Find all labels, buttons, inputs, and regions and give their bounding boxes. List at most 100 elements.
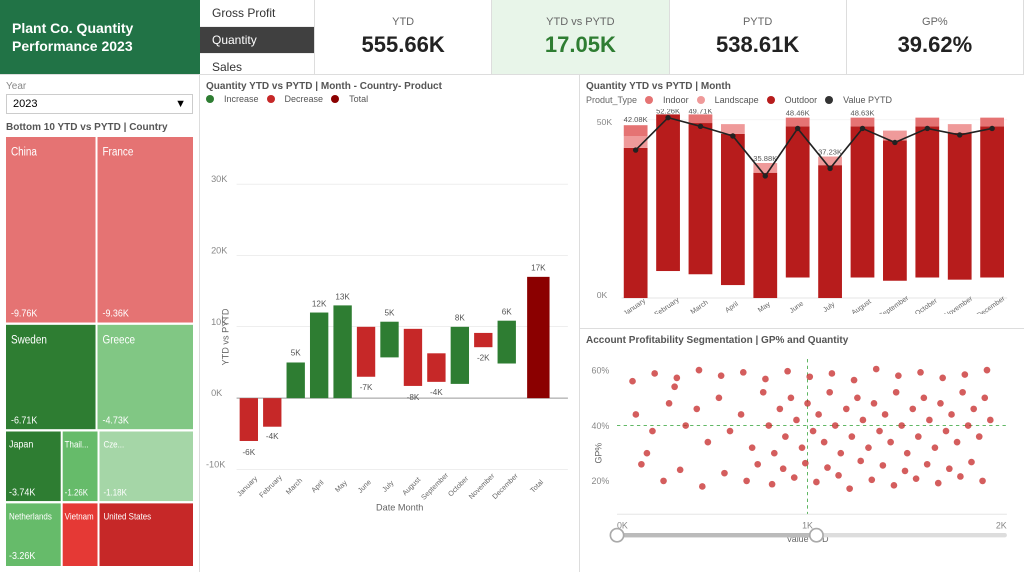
- waterfall-title: Quantity YTD vs PYTD | Month - Country- …: [206, 81, 573, 92]
- treemap-cell-china[interactable]: [6, 137, 96, 323]
- bar-may-outdoor: [753, 173, 777, 298]
- year-selector[interactable]: 2023 ▼: [6, 94, 193, 114]
- svg-text:June: June: [356, 478, 373, 495]
- pytd-point: [989, 126, 994, 131]
- kpi-gp: GP% 39.62%: [847, 0, 1024, 74]
- bar-jun: [357, 327, 375, 377]
- svg-text:-4K: -4K: [266, 432, 279, 441]
- bar-oct-outdoor: [915, 126, 939, 277]
- bar-apr: [310, 313, 328, 399]
- legend-pytd-label: Value PYTD: [843, 95, 892, 105]
- pytd-point: [763, 173, 768, 178]
- svg-text:March: March: [690, 299, 710, 314]
- svg-text:13K: 13K: [335, 292, 350, 301]
- svg-text:December: December: [491, 472, 520, 501]
- svg-text:April: April: [310, 478, 326, 494]
- bar-legend-label: Produt_Type: [586, 95, 637, 105]
- bar-chart-panel: Quantity YTD vs PYTD | Month Produt_Type…: [580, 75, 1024, 329]
- bar-nov: [474, 333, 492, 347]
- svg-text:GP%: GP%: [594, 443, 604, 464]
- svg-text:17K: 17K: [531, 264, 546, 273]
- slider-handle-left[interactable]: [610, 529, 623, 542]
- bar-dec-indoor: [980, 118, 1004, 127]
- bar-oct-indoor: [915, 118, 939, 127]
- legend-dot-increase: [206, 95, 214, 103]
- tab-quantity[interactable]: Quantity: [200, 27, 314, 54]
- bar-jul: [380, 322, 398, 358]
- treemap-cell-france[interactable]: [98, 137, 193, 323]
- svg-text:-4.73K: -4.73K: [102, 415, 129, 427]
- kpi-ytd-value: 555.66K: [362, 32, 445, 58]
- svg-text:20%: 20%: [592, 477, 610, 487]
- svg-text:August: August: [401, 476, 422, 497]
- bar-feb: [263, 398, 281, 427]
- svg-text:5K: 5K: [385, 309, 396, 318]
- kpi-ytdpytd-label: YTD vs PYTD: [546, 16, 614, 28]
- svg-text:September: September: [420, 471, 451, 502]
- bar-jun-indoor: [786, 118, 810, 127]
- bar-apr-outdoor: [721, 134, 745, 285]
- kpi-gp-label: GP%: [922, 16, 948, 28]
- svg-text:Total: Total: [529, 478, 546, 495]
- svg-text:8K: 8K: [455, 314, 466, 323]
- bar-chart-svg: 50K 0K 42.08K: [586, 109, 1018, 314]
- svg-text:30K: 30K: [211, 174, 227, 184]
- top-bar: Plant Co. Quantity Performance 2023 Gros…: [0, 0, 1024, 75]
- kpi-pytd-label: PYTD: [743, 16, 772, 28]
- bar-jul-outdoor: [818, 165, 842, 298]
- svg-text:Cze...: Cze...: [103, 439, 124, 450]
- svg-text:0K: 0K: [211, 388, 222, 398]
- svg-text:January: January: [236, 474, 260, 498]
- svg-text:-1.26K: -1.26K: [65, 487, 89, 498]
- pytd-point: [860, 126, 865, 131]
- svg-text:September: September: [878, 295, 911, 315]
- legend-dot-landscape: [697, 96, 705, 104]
- svg-text:-6K: -6K: [242, 448, 255, 457]
- kpi-pytd: PYTD 538.61K: [670, 0, 847, 74]
- svg-text:35.88K: 35.88K: [753, 154, 777, 163]
- legend-total-label: Total: [349, 94, 368, 104]
- bar-oct: [451, 327, 469, 384]
- waterfall-legend: Increase Decrease Total: [206, 94, 573, 104]
- legend-outdoor-label: Outdoor: [785, 95, 818, 105]
- year-label: Year: [6, 81, 193, 92]
- bar-sep: [427, 353, 445, 382]
- bar-jun-outdoor: [786, 126, 810, 277]
- svg-text:Netherlands: Netherlands: [9, 511, 52, 522]
- pytd-point: [827, 166, 832, 171]
- svg-text:October: October: [914, 297, 939, 314]
- svg-text:-9.36K: -9.36K: [102, 308, 129, 320]
- bar-may: [333, 305, 351, 398]
- kpi-ytd-label: YTD: [392, 16, 414, 28]
- bar-apr-landscape: [721, 124, 745, 134]
- svg-text:-10K: -10K: [206, 459, 225, 469]
- svg-text:6K: 6K: [502, 308, 513, 317]
- bar-mar-indoor: [689, 114, 713, 123]
- svg-text:February: February: [654, 296, 681, 314]
- bar-feb-outdoor: [656, 114, 680, 271]
- bar-mar-outdoor: [689, 123, 713, 274]
- svg-text:May: May: [757, 301, 772, 315]
- waterfall-chart: 30K 20K 10K 0K -10K YTD vs PYTD: [206, 108, 573, 566]
- bar-jan: [240, 398, 258, 441]
- svg-text:July: July: [381, 479, 396, 494]
- svg-text:February: February: [258, 473, 284, 499]
- scatter-title: Account Profitability Segmentation | GP%…: [586, 335, 1018, 346]
- svg-text:-8K: -8K: [407, 393, 420, 402]
- title-block: Plant Co. Quantity Performance 2023: [0, 0, 200, 74]
- svg-text:40%: 40%: [592, 421, 610, 431]
- scatter-svg: 60% 40% 20% GP% 0K 1K: [586, 349, 1018, 552]
- nav-tabs: Gross Profit Quantity Sales: [200, 0, 315, 74]
- slider-handle-right[interactable]: [810, 529, 823, 542]
- svg-text:48.63K: 48.63K: [851, 109, 875, 117]
- legend-dot-indoor: [645, 96, 653, 104]
- kpi-blocks: YTD 555.66K YTD vs PYTD 17.05K PYTD 538.…: [315, 0, 1024, 74]
- svg-text:June: June: [789, 300, 806, 314]
- svg-text:YTD vs PYTD: YTD vs PYTD: [220, 308, 230, 365]
- tab-gross-profit[interactable]: Gross Profit: [200, 0, 314, 27]
- chevron-down-icon: ▼: [175, 98, 186, 110]
- main-content: Year 2023 ▼ Bottom 10 YTD vs PYTD | Coun…: [0, 75, 1024, 572]
- pytd-point: [730, 133, 735, 138]
- kpi-ytd-vs-pytd: YTD vs PYTD 17.05K: [492, 0, 669, 74]
- svg-text:52.26K: 52.26K: [656, 109, 680, 115]
